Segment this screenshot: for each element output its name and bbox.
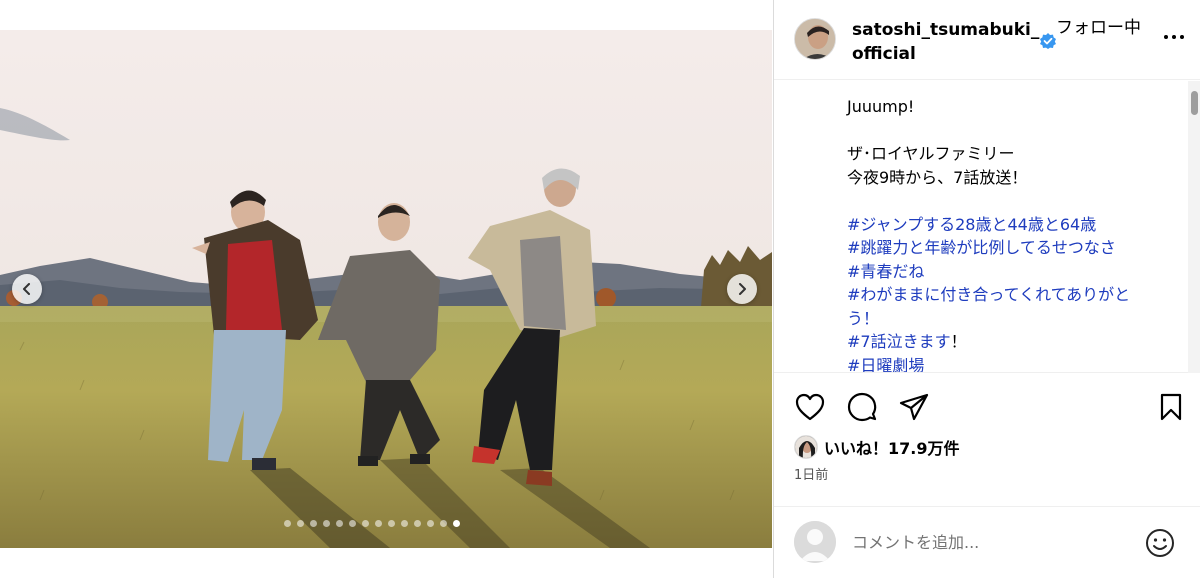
share-button[interactable] [898, 390, 930, 424]
hashtag-link[interactable]: う！ [847, 309, 879, 328]
carousel-dot [297, 520, 304, 527]
carousel-dot [323, 520, 330, 527]
hashtag-line[interactable]: #青春だね [847, 260, 1177, 284]
carousel-dot [284, 520, 291, 527]
comment-icon [847, 392, 877, 422]
carousel-dot [453, 520, 460, 527]
more-icon [1164, 35, 1168, 39]
hashtag-link[interactable]: #7話泣きます [847, 332, 951, 351]
like-button[interactable] [794, 390, 826, 424]
liker-avatar [794, 435, 818, 459]
carousel-dot [427, 520, 434, 527]
hashtag-link[interactable]: #ジャンプする28歳と44歳と64歳 [847, 215, 1096, 234]
hashtag-line[interactable]: う！ [847, 307, 1177, 331]
more-options-button[interactable] [1161, 27, 1187, 47]
comment-button[interactable] [846, 390, 878, 424]
comment-composer [774, 506, 1200, 578]
scrollbar-thumb[interactable] [1191, 91, 1198, 115]
caption-line: ザ･ロイヤルファミリー [847, 142, 1177, 166]
likes-row[interactable]: いいね！17.9万件 [794, 434, 959, 460]
comment-input[interactable] [852, 529, 1132, 555]
carousel-dot [401, 520, 408, 527]
carousel-dot [310, 520, 317, 527]
carousel-dot [336, 520, 343, 527]
likes-count[interactable]: いいね！17.9万件 [824, 435, 959, 459]
chevron-right-icon [739, 283, 746, 295]
caption-text-line: ザ･ロイヤルファミリー [847, 144, 1015, 163]
post-sidebar: satoshi_tsumabuki_official フォロー中 Juuump!… [773, 0, 1200, 578]
carousel-next-button[interactable] [727, 274, 757, 304]
hashtag-line[interactable]: #跳躍力と年齢が比例してるせつなさ [847, 236, 1177, 260]
carousel-dot [349, 520, 356, 527]
caption-line [847, 119, 1177, 143]
post-timestamp[interactable]: 1日前 [794, 464, 828, 483]
carousel-dot [440, 520, 447, 527]
carousel-dot [362, 520, 369, 527]
hashtag-line[interactable]: #ジャンプする28歳と44歳と64歳 [847, 213, 1177, 237]
username-link[interactable]: satoshi_tsumabuki_official [852, 18, 1042, 66]
profile-avatar[interactable] [794, 18, 836, 60]
hashtag-line[interactable]: #7話泣きます！ [847, 330, 1177, 354]
current-user-avatar [794, 521, 836, 563]
carousel-dot [388, 520, 395, 527]
post-header: satoshi_tsumabuki_official フォロー中 [774, 0, 1200, 80]
emoji-icon[interactable] [1144, 527, 1176, 559]
caption-scrollbar[interactable] [1188, 81, 1200, 373]
avatar-image [795, 19, 835, 59]
heart-icon [795, 393, 825, 421]
instagram-post-modal: satoshi_tsumabuki_official フォロー中 Juuump!… [0, 0, 1200, 578]
hashtag-link[interactable]: #日曜劇場 [847, 356, 924, 373]
save-button[interactable] [1155, 390, 1187, 424]
follow-status-button[interactable]: フォロー中 [1056, 16, 1141, 40]
liker-avatar-image [795, 436, 817, 458]
hashtag-line[interactable]: #日曜劇場 [847, 354, 1177, 373]
post-media [0, 0, 772, 578]
caption-line: 今夜9時から、7話放送！ [847, 166, 1177, 190]
caption-line: Juuump! [847, 95, 1177, 119]
caption-area[interactable]: Juuump! ザ･ロイヤルファミリー 今夜9時から、7話放送！ #ジャンプする28歳… [774, 81, 1200, 373]
caption-text: Juuump! ザ･ロイヤルファミリー 今夜9時から、7話放送！ #ジャンプする28歳… [847, 95, 1177, 373]
bookmark-icon [1160, 393, 1182, 421]
caption-line [847, 189, 1177, 213]
caption-text-line: Juuump! [847, 97, 915, 116]
user-silhouette-icon [794, 521, 836, 563]
action-bar [774, 390, 1200, 426]
post-photo [0, 30, 772, 548]
caption-text-line: 今夜9時から、7話放送！ [847, 167, 1028, 187]
verified-badge-icon [1040, 33, 1056, 49]
hashtag-link[interactable]: #跳躍力と年齢が比例してるせつなさ [847, 238, 1116, 257]
carousel-dot [414, 520, 421, 527]
carousel-prev-button[interactable] [12, 274, 42, 304]
carousel-dot [375, 520, 382, 527]
carousel-indicator [284, 520, 460, 527]
hashtag-line[interactable]: #わがままに付き合ってくれてありがと [847, 283, 1177, 307]
hashtag-link[interactable]: #青春だね [847, 262, 924, 281]
photo-illustration [0, 30, 772, 548]
caption-suffix: ！ [950, 332, 967, 351]
hashtag-link[interactable]: #わがままに付き合ってくれてありがと [847, 285, 1130, 304]
chevron-left-icon [23, 283, 30, 295]
send-icon [899, 393, 929, 421]
